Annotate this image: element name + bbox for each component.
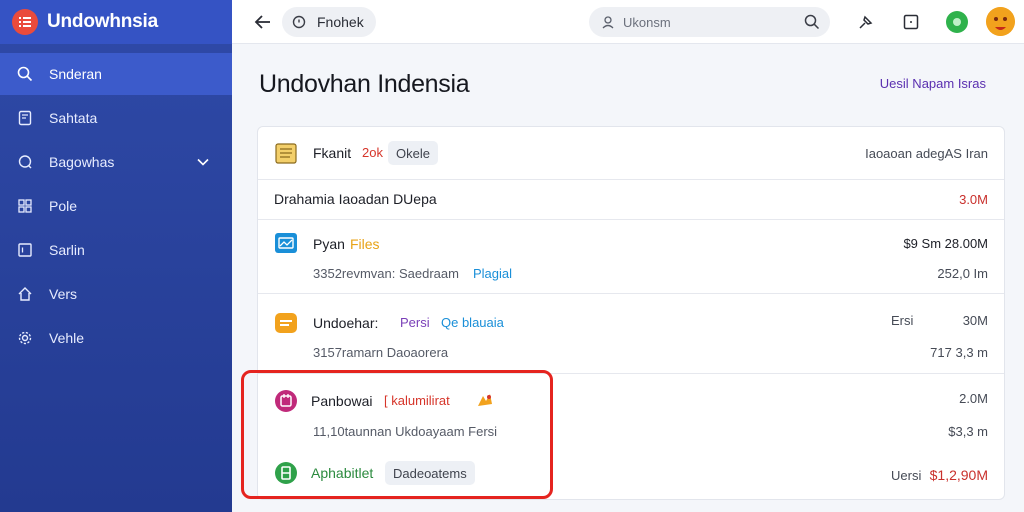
archive-icon: [274, 311, 298, 335]
menu-list-icon: [12, 9, 38, 35]
sidebar: Undowhnsia Snderan Sahtata Bagowhas Pole…: [0, 0, 232, 512]
row-tag: Files: [350, 236, 380, 252]
sidebar-item-label: Vers: [49, 286, 78, 302]
sidebar-item-label: Bagowhas: [49, 154, 115, 170]
image-file-icon: [274, 231, 298, 255]
document-icon: [16, 109, 34, 127]
row-tag-secondary: Qe blauaia: [441, 315, 504, 330]
sidebar-item-pole[interactable]: Pole: [0, 185, 232, 227]
row-value: $9 Sm 28.00M: [903, 236, 988, 251]
gear-icon: [16, 329, 34, 347]
sidebar-item-bagowhas[interactable]: Bagowhas: [0, 141, 232, 183]
tab-label: Fnohek: [317, 14, 364, 30]
back-arrow-icon[interactable]: [252, 11, 274, 33]
highlight-box: [241, 370, 553, 499]
sidebar-item-snderan[interactable]: Snderan: [0, 53, 232, 95]
avatar[interactable]: [986, 7, 1015, 36]
sidebar-item-label: Vehle: [49, 330, 85, 346]
top-bar: Fnohek: [232, 0, 1024, 44]
chat-icon: [16, 153, 34, 171]
chevron-down-icon[interactable]: [196, 155, 210, 169]
row-meta: Uersi: [891, 468, 922, 483]
search-input[interactable]: [623, 14, 783, 30]
brand-header[interactable]: Undowhnsia: [0, 0, 232, 44]
status-online-icon[interactable]: [946, 11, 968, 33]
sidebar-item-label: Sarlin: [49, 242, 85, 258]
sidebar-item-vers[interactable]: Vers: [0, 273, 232, 315]
grid-icon: [16, 197, 34, 215]
sidebar-nav: Snderan Sahtata Bagowhas Pole Sarlin Ver…: [0, 53, 232, 359]
row-subtitle: 3157ramarn Daoaorera: [313, 345, 449, 360]
circle-icon: [292, 15, 306, 29]
row-subtitle: 3352revmvan: Saedraam: [313, 266, 459, 281]
row-title[interactable]: Undoehar:: [313, 315, 378, 331]
search-box[interactable]: [589, 7, 830, 37]
search-icon[interactable]: [804, 14, 820, 30]
row-meta: Ersi: [891, 313, 914, 328]
divider: [258, 179, 1004, 180]
sidebar-item-label: Snderan: [49, 66, 102, 82]
divider: [258, 293, 1004, 294]
status-badge: Okele: [388, 141, 438, 165]
home-icon: [16, 285, 34, 303]
row-title[interactable]: Pyan: [313, 236, 345, 252]
app-title: Undowhnsia: [47, 11, 158, 32]
row-value-secondary: 717 3,3 m: [930, 345, 988, 360]
sidebar-item-vehle[interactable]: Vehle: [0, 317, 232, 359]
sidebar-item-sahtata[interactable]: Sahtata: [0, 97, 232, 139]
sidebar-item-label: Sahtata: [49, 110, 98, 126]
row-value: 30M: [962, 313, 988, 328]
row-value-secondary: 252,0 Im: [937, 266, 988, 281]
square-icon[interactable]: [900, 11, 922, 33]
row-meta: Iaoaoan adegAS Iran: [865, 146, 988, 161]
row-value: 2.0M: [959, 391, 988, 406]
row-sub-link[interactable]: Plagial: [473, 266, 512, 281]
row-value: $1,2,90M: [929, 467, 988, 483]
tab-fnohek[interactable]: Fnohek: [282, 7, 376, 37]
header-link[interactable]: Uesil Napam Isras: [880, 76, 986, 91]
row-title[interactable]: Fkanit: [313, 145, 351, 161]
user-icon: [602, 16, 614, 29]
calendar-icon: [16, 241, 34, 259]
search-icon: [16, 65, 34, 83]
notepad-icon: [274, 141, 298, 165]
row-tag: 2ok: [362, 145, 383, 160]
pin-icon[interactable]: [855, 11, 877, 33]
sidebar-item-label: Pole: [49, 198, 78, 214]
row-tag: Persi: [400, 315, 430, 330]
sidebar-item-sarlin[interactable]: Sarlin: [0, 229, 232, 271]
row-value-secondary: $3,3 m: [948, 424, 988, 439]
row-title[interactable]: Drahamia Iaoadan DUepa: [274, 191, 437, 207]
page-title: Undovhan Indensia: [259, 70, 470, 98]
row-value: 3.0M: [959, 192, 988, 207]
divider: [258, 219, 1004, 220]
